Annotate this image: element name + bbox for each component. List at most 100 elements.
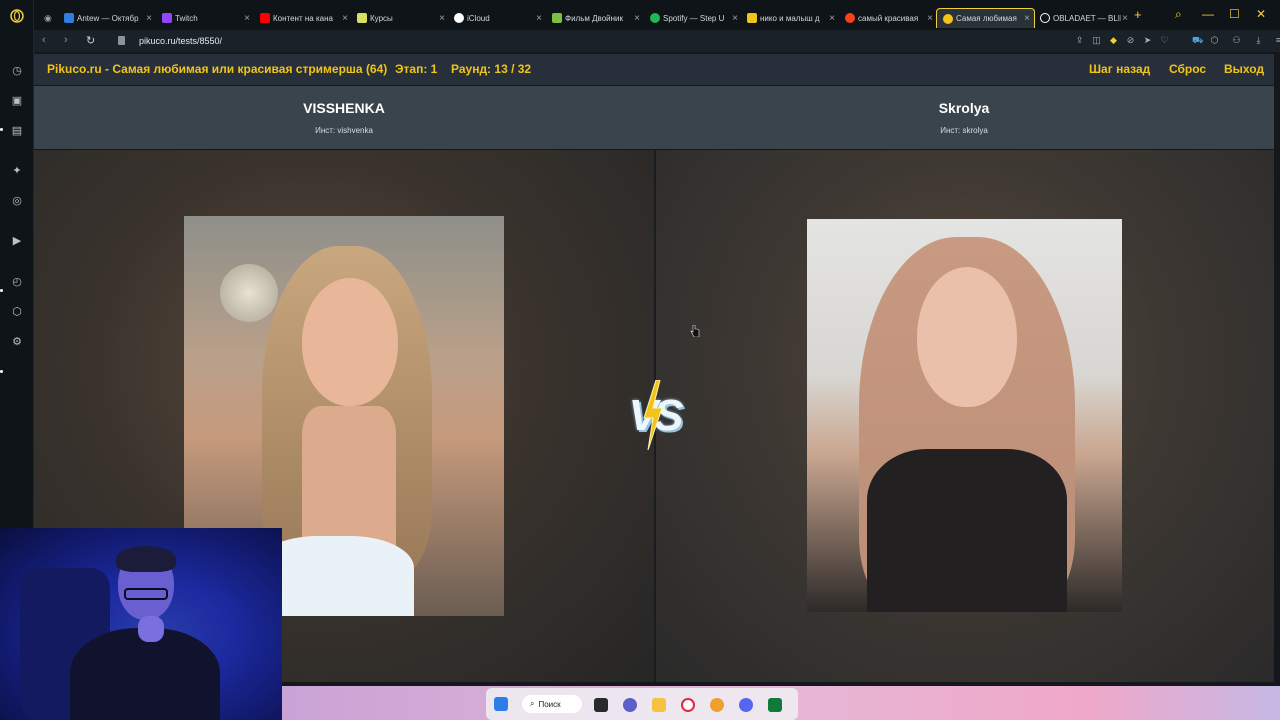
loading-icon xyxy=(1040,13,1050,23)
share-icon[interactable]: ⇪ xyxy=(1074,35,1085,46)
close-icon[interactable]: × xyxy=(342,13,348,24)
taskbar-pill: ⌕ Поиск xyxy=(486,688,798,720)
history-icon[interactable]: ◴ xyxy=(9,273,25,289)
stage-label: Этап: 1 xyxy=(395,62,438,76)
minimize-icon[interactable]: — xyxy=(1202,7,1214,21)
close-icon[interactable]: × xyxy=(1122,13,1128,24)
chat-icon[interactable] xyxy=(623,698,637,712)
settings-icon[interactable]: ⚙ xyxy=(9,333,25,349)
close-icon[interactable]: × xyxy=(146,13,152,24)
pikuco-icon xyxy=(943,13,953,24)
menu-icon[interactable]: ≡ xyxy=(1273,35,1280,46)
tab-0[interactable]: ◉ xyxy=(38,8,60,28)
close-icon[interactable]: × xyxy=(634,13,640,24)
search-icon: ⌕ xyxy=(530,699,535,708)
address-bar: ‹ › ↻ pikuco.ru/tests/8550/ ⇪ ◫ ◆ ⊘ ➤ ♡ … xyxy=(34,30,1280,52)
flag-icon xyxy=(747,13,757,23)
task-view-icon[interactable] xyxy=(594,698,608,712)
page-title[interactable]: Pikuco.ru - Самая любимая или красивая с… xyxy=(47,62,387,76)
heart-icon[interactable]: ♡ xyxy=(1159,35,1170,46)
tab-2[interactable]: Twitch × xyxy=(156,8,254,28)
forward-icon[interactable]: › xyxy=(64,34,68,46)
candidate-right-name: Skrolya xyxy=(938,100,990,116)
tab-11[interactable]: OBLADAET — BLIN × xyxy=(1034,8,1132,28)
extensions-icon[interactable]: ⬡ xyxy=(9,303,25,319)
download-icon[interactable]: ⤓ xyxy=(1253,35,1264,46)
tab-7[interactable]: Spotify — Step U × xyxy=(644,8,742,28)
new-tab-icon[interactable]: + xyxy=(1134,7,1142,22)
vpn-icon[interactable]: ◆ xyxy=(1108,35,1119,46)
face-shape xyxy=(302,278,398,406)
close-window-icon[interactable]: ✕ xyxy=(1256,7,1266,21)
vk-icon xyxy=(64,13,74,23)
speed-dial-icon[interactable]: ◷ xyxy=(9,62,25,78)
app-icon[interactable] xyxy=(768,698,782,712)
cart-icon[interactable]: ⛟ xyxy=(1192,35,1203,46)
candidate-right-photo[interactable] xyxy=(807,219,1122,612)
spotify-icon xyxy=(650,13,660,23)
tab-9[interactable]: самый красивая × xyxy=(839,8,937,28)
tab-3[interactable]: Контент на кана × xyxy=(254,8,352,28)
player-icon[interactable]: ▶ xyxy=(9,232,25,248)
clothing-shape xyxy=(867,449,1067,612)
instagram-sidebar-icon[interactable]: ◎ xyxy=(9,192,25,208)
course-icon xyxy=(357,13,367,23)
hand-shape xyxy=(138,616,164,642)
profile-icon[interactable]: ⚇ xyxy=(1231,35,1242,46)
twitch-sidebar-icon[interactable]: ▤ xyxy=(9,122,25,138)
hd-icon xyxy=(552,13,562,23)
tab-label: Самая любимая xyxy=(956,14,1017,23)
lock-icon xyxy=(118,36,125,45)
close-icon[interactable]: × xyxy=(732,13,738,24)
discord-icon[interactable] xyxy=(739,698,753,712)
tab-label: Twitch xyxy=(175,13,198,23)
tab-label: самый красивая xyxy=(858,13,919,23)
shopping-bag-icon[interactable]: ▣ xyxy=(9,92,25,108)
step-back-button[interactable]: Шаг назад xyxy=(1089,62,1150,76)
tab-6[interactable]: Фильм Двойник × xyxy=(546,8,644,28)
vk-sidebar-icon[interactable]: ✦ xyxy=(9,162,25,178)
twitch-icon xyxy=(162,13,172,23)
windows-taskbar: ⌕ Поиск xyxy=(282,686,1280,720)
opera-logo-icon[interactable] xyxy=(9,8,25,24)
yandex-icon xyxy=(845,13,855,23)
exit-button[interactable]: Выход xyxy=(1224,62,1264,76)
close-icon[interactable]: × xyxy=(1024,13,1030,24)
send-icon[interactable]: ➤ xyxy=(1142,35,1153,46)
youtube-icon xyxy=(260,13,270,23)
site-header: Pikuco.ru - Самая любимая или красивая с… xyxy=(34,54,1274,85)
tab-4[interactable]: Курсы × xyxy=(351,8,449,28)
file-explorer-icon[interactable] xyxy=(652,698,666,712)
tab-1[interactable]: Antew — Октябр × xyxy=(58,8,156,28)
search-tabs-icon[interactable]: ⌕ xyxy=(1175,7,1182,22)
tab-10-active[interactable]: Самая любимая × xyxy=(936,8,1035,28)
adblock-icon[interactable]: ⊘ xyxy=(1125,35,1136,46)
windows-start-icon[interactable] xyxy=(494,697,508,711)
tab-label: Фильм Двойник xyxy=(565,13,623,23)
reload-icon[interactable]: ↻ xyxy=(86,34,95,47)
candidate-right-inst: Инст: skrolya xyxy=(940,126,988,135)
close-icon[interactable]: × xyxy=(439,13,445,24)
url-field[interactable]: pikuco.ru/tests/8550/ xyxy=(139,36,222,46)
close-icon[interactable]: × xyxy=(829,13,835,24)
tab-8[interactable]: нико и малыш д × xyxy=(741,8,839,28)
round-label: Раунд: 13 / 32 xyxy=(451,62,532,76)
maximize-icon[interactable]: ☐ xyxy=(1229,7,1240,21)
close-icon[interactable]: × xyxy=(927,13,933,24)
tab-label: Контент на кана xyxy=(273,13,333,23)
camera-icon[interactable]: ◫ xyxy=(1091,35,1102,46)
person-body-shape xyxy=(70,628,220,720)
tab-5[interactable]: iCloud × xyxy=(448,8,546,28)
close-icon[interactable]: × xyxy=(244,13,250,24)
close-icon[interactable]: × xyxy=(536,13,542,24)
search-label: Поиск xyxy=(538,699,561,709)
reset-button[interactable]: Сброс xyxy=(1169,62,1206,76)
face-shape xyxy=(917,267,1017,407)
taskbar-search[interactable]: ⌕ Поиск xyxy=(522,695,582,713)
tab-label: OBLADAET — BLIN xyxy=(1053,13,1121,23)
back-icon[interactable]: ‹ xyxy=(42,34,46,46)
cube-icon[interactable]: ⬡ xyxy=(1209,35,1220,46)
neck-shape xyxy=(302,406,396,546)
opera-icon[interactable] xyxy=(681,698,695,712)
app-icon[interactable] xyxy=(710,698,724,712)
